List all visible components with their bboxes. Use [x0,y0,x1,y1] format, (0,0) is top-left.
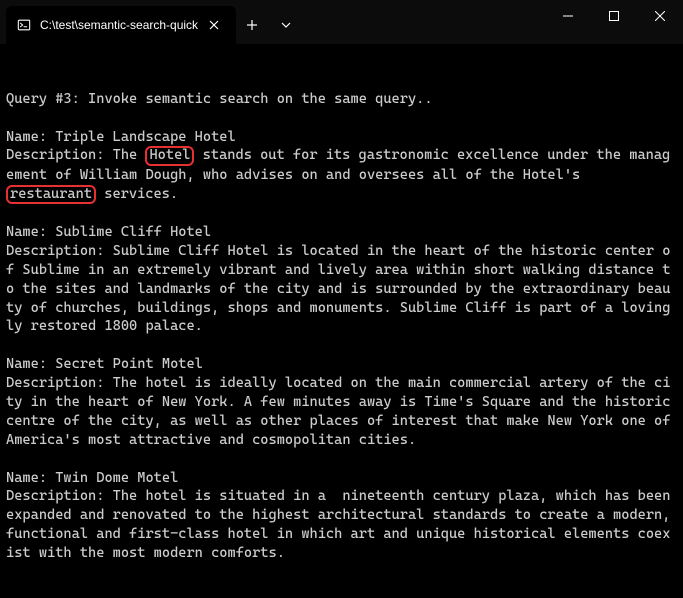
result-desc-label: Description: [6,375,113,391]
result-name-label: Name: [6,224,55,240]
active-tab[interactable]: C:\test\semantic-search-quick [6,6,236,44]
result-name: Twin Dome Motel [55,470,178,486]
result-desc-label: Description: [6,243,113,259]
result-desc-text: services. [96,186,178,202]
result-name: Sublime Cliff Hotel [55,224,211,240]
result-name-label: Name: [6,470,55,486]
new-tab-button[interactable] [236,9,268,41]
result-desc-label: Description: [6,488,113,504]
terminal-output: Query #3: Invoke semantic search on the … [0,44,683,598]
tab-title: C:\test\semantic-search-quick [40,18,198,32]
tabs-area: C:\test\semantic-search-quick [0,0,302,44]
tab-dropdown-button[interactable] [270,9,302,41]
window-controls [545,0,683,44]
maximize-button[interactable] [591,0,637,32]
tab-close-button[interactable] [206,17,222,33]
result-name: Secret Point Motel [55,356,203,372]
result-desc-text: The [113,147,146,163]
result-name-label: Name: [6,356,55,372]
minimize-button[interactable] [545,0,591,32]
query-header: Query #3: Invoke semantic search on the … [6,91,433,107]
result-name: Triple Landscape Hotel [55,129,235,145]
tab-actions [236,6,302,44]
terminal-icon [16,17,32,33]
highlight-hotel: Hotel [145,146,194,165]
result-desc-label: Description: [6,147,113,163]
titlebar: C:\test\semantic-search-quick [0,0,683,44]
result-name-label: Name: [6,129,55,145]
highlight-restaurant: restaurant [6,185,96,204]
close-window-button[interactable] [637,0,683,32]
